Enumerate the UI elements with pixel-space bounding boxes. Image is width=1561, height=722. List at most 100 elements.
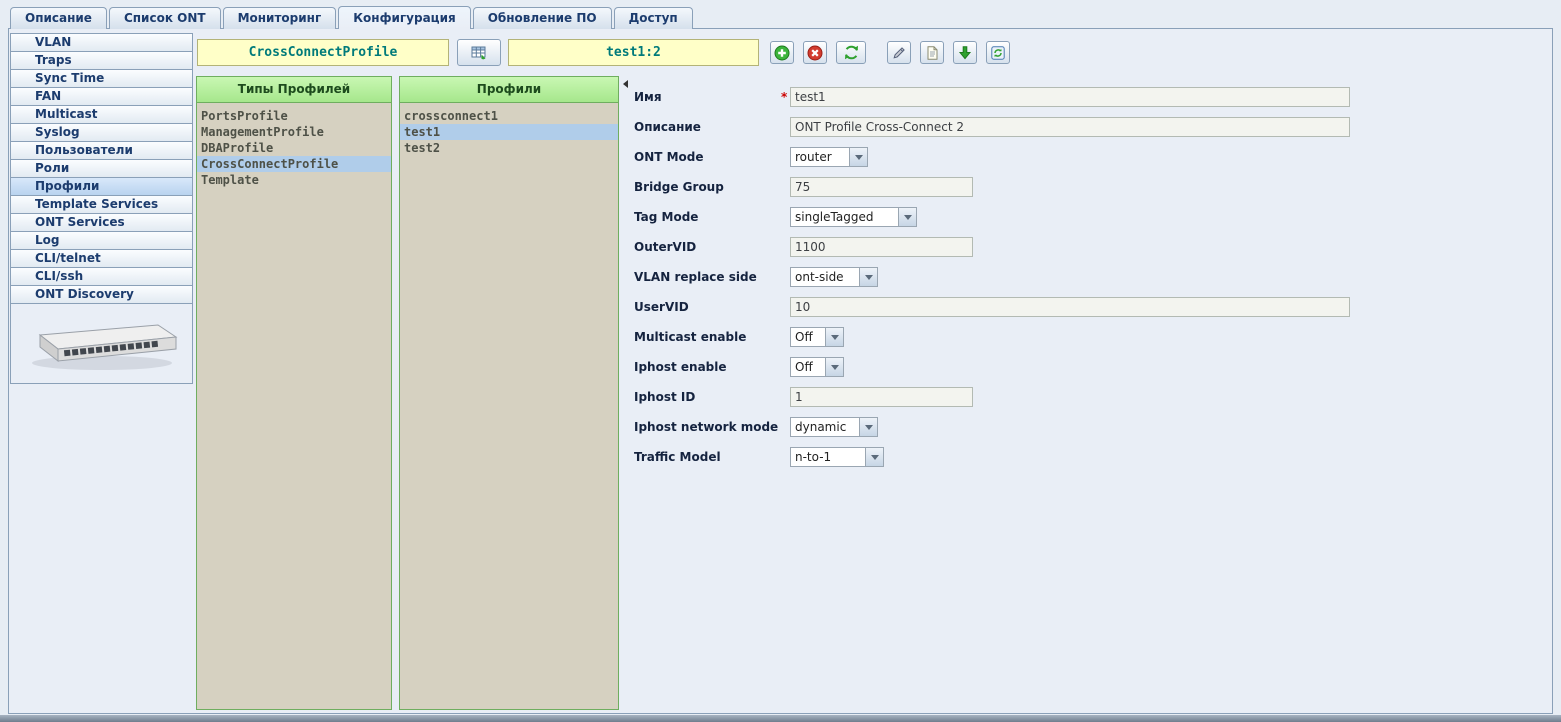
combo-value: Off (791, 358, 825, 376)
sidebar-item[interactable]: ONT Services (10, 213, 193, 232)
sidebar-item[interactable]: Syslog (10, 123, 193, 142)
form-combo[interactable]: Off (790, 327, 844, 347)
sidebar-item[interactable]: ONT Discovery (10, 285, 193, 304)
sidebar: VLANTrapsSync TimeFANMulticastSyslogПоль… (10, 33, 193, 384)
profiles-panel: Профили crossconnect1test1test2 (399, 76, 619, 710)
profile-type-item[interactable]: Template (197, 172, 391, 188)
field-label: Iphost enable (634, 357, 727, 377)
tab-item[interactable]: Описание (10, 7, 107, 29)
form-combo[interactable]: router (790, 147, 868, 167)
form-row: Имя (634, 87, 1549, 109)
field-label: Iphost ID (634, 387, 695, 407)
sidebar-item[interactable]: Пользователи (10, 141, 193, 160)
form-combo[interactable]: n-to-1 (790, 447, 884, 467)
export-button[interactable] (986, 41, 1010, 64)
field-label: Bridge Group (634, 177, 724, 197)
form-input[interactable] (790, 297, 1350, 317)
tab-bar: ОписаниеСписок ONTМониторингКонфигурация… (10, 7, 693, 29)
chevron-down-icon[interactable] (865, 448, 883, 466)
chevron-down-icon[interactable] (825, 328, 843, 346)
chevron-down-glyph (904, 215, 912, 220)
form-input[interactable] (790, 177, 973, 197)
profile-type-item[interactable]: ManagementProfile (197, 124, 391, 140)
profile-item[interactable]: test2 (400, 140, 618, 156)
form-combo[interactable]: Off (790, 357, 844, 377)
form-row: Bridge Group (634, 177, 1549, 199)
form-input[interactable] (790, 87, 1350, 107)
profiles-header: Профили (400, 77, 618, 103)
combo-value: ont-side (791, 268, 859, 286)
form-input[interactable] (790, 117, 1350, 137)
form-combo[interactable]: ont-side (790, 267, 878, 287)
sidebar-item[interactable]: Профили (10, 177, 193, 196)
tab-item[interactable]: Список ONT (109, 7, 221, 29)
edit-button[interactable] (887, 41, 911, 64)
profile-item[interactable]: crossconnect1 (400, 108, 618, 124)
splitter[interactable] (621, 76, 629, 710)
tab-item[interactable]: Мониторинг (223, 7, 337, 29)
sidebar-item[interactable]: CLI/ssh (10, 267, 193, 286)
form-row: UserVID (634, 297, 1549, 319)
form-input[interactable] (790, 237, 973, 257)
tab-item[interactable]: Доступ (614, 7, 693, 29)
device-panel (10, 303, 193, 384)
profile-item[interactable]: test1 (400, 124, 618, 140)
document-button[interactable] (920, 41, 944, 64)
tab-item[interactable]: Обновление ПО (473, 7, 612, 29)
field-label: Имя (634, 87, 662, 107)
download-button[interactable] (953, 41, 977, 64)
field-label: VLAN replace side (634, 267, 757, 287)
chevron-down-glyph (865, 275, 873, 280)
profile-type-item[interactable]: CrossConnectProfile (197, 156, 391, 172)
chevron-down-glyph (855, 155, 863, 160)
form-row: Traffic Modeln-to-1 (634, 447, 1549, 469)
chevron-down-icon[interactable] (849, 148, 867, 166)
combo-value: router (791, 148, 849, 166)
add-button[interactable] (770, 41, 794, 64)
profile-types-list: PortsProfileManagementProfileDBAProfileC… (197, 103, 391, 709)
profile-name-field: test1:2 (508, 39, 759, 66)
delete-button[interactable] (803, 41, 827, 64)
toolbar (770, 41, 1010, 64)
chevron-down-glyph (831, 365, 839, 370)
sidebar-item[interactable]: VLAN (10, 33, 193, 52)
form-row: VLAN replace side ont-side (634, 267, 1549, 289)
form-row: Iphost enable Off (634, 357, 1549, 379)
combo-value: n-to-1 (791, 448, 865, 466)
sidebar-item[interactable]: Multicast (10, 105, 193, 124)
combo-value: Off (791, 328, 825, 346)
sidebar-items: VLANTrapsSync TimeFANMulticastSyslogПоль… (10, 33, 193, 304)
field-label: OuterVID (634, 237, 696, 257)
chevron-down-icon[interactable] (859, 418, 877, 436)
sidebar-item[interactable]: Template Services (10, 195, 193, 214)
sidebar-item[interactable]: CLI/telnet (10, 249, 193, 268)
database-button[interactable] (457, 39, 501, 66)
sidebar-item[interactable]: Роли (10, 159, 193, 178)
sidebar-item[interactable]: Log (10, 231, 193, 250)
profile-type-item[interactable]: DBAProfile (197, 140, 391, 156)
combo-value: singleTagged (791, 208, 898, 226)
field-label: Описание (634, 117, 701, 137)
chevron-down-glyph (831, 335, 839, 340)
profile-type-item[interactable]: PortsProfile (197, 108, 391, 124)
form-row: OuterVID (634, 237, 1549, 259)
tab-item[interactable]: Конфигурация (338, 6, 470, 29)
sidebar-item[interactable]: Traps (10, 51, 193, 70)
chevron-down-icon[interactable] (859, 268, 877, 286)
chevron-down-icon[interactable] (825, 358, 843, 376)
form-input[interactable] (790, 387, 973, 407)
combo-value: dynamic (791, 418, 859, 436)
sidebar-item[interactable]: Sync Time (10, 69, 193, 88)
field-label: ONT Mode (634, 147, 704, 167)
sidebar-item[interactable]: FAN (10, 87, 193, 106)
form-combo[interactable]: dynamic (790, 417, 878, 437)
profile-types-panel: Типы Профилей PortsProfileManagementProf… (196, 76, 392, 710)
refresh-button[interactable] (836, 41, 866, 64)
form-combo[interactable]: singleTagged (790, 207, 917, 227)
device-image (18, 311, 186, 377)
field-label: Multicast enable (634, 327, 746, 347)
chevron-down-icon[interactable] (898, 208, 916, 226)
collapse-left-icon[interactable] (623, 80, 628, 88)
form-row: Iphost ID (634, 387, 1549, 409)
profile-type-field: CrossConnectProfile (197, 39, 449, 66)
